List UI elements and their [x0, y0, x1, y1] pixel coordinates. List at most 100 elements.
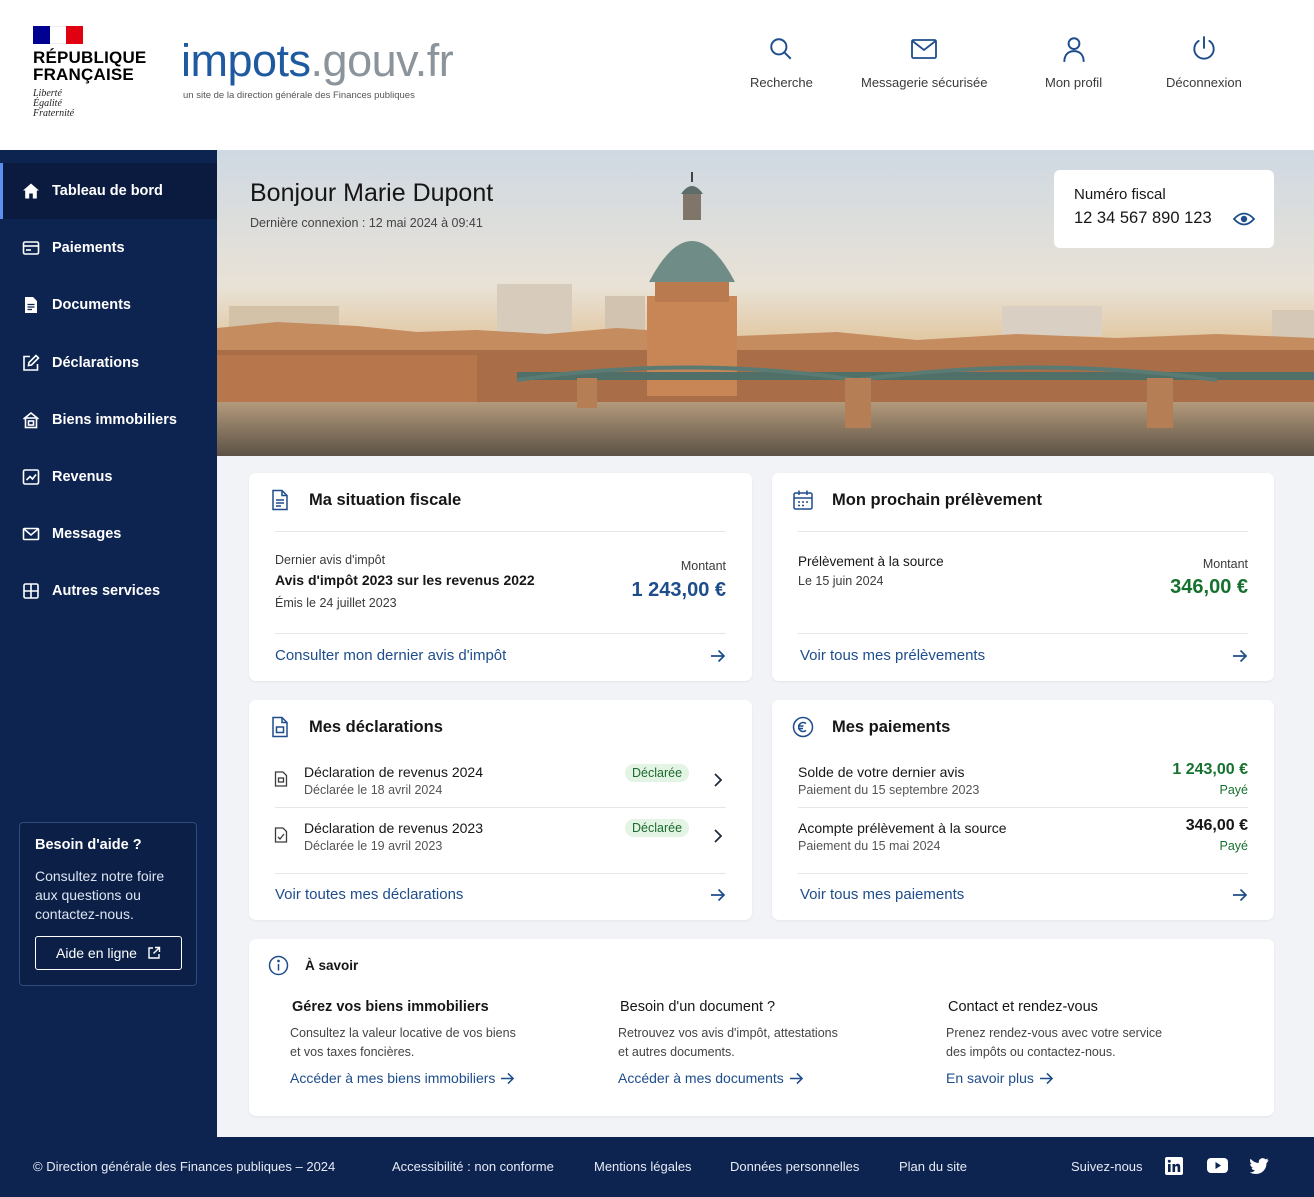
- sidebar-item-declarations[interactable]: Déclarations: [0, 335, 217, 391]
- mail-icon: [22, 525, 40, 543]
- greeting-title: Bonjour Marie Dupont: [250, 179, 494, 207]
- linkedin-icon[interactable]: [1165, 1157, 1185, 1177]
- paiements-card: Mes paiements Solde de votre dernier avi…: [772, 700, 1274, 920]
- sidebar-item-documents[interactable]: Documents: [0, 277, 217, 333]
- declaration-row[interactable]: Déclaration de revenus 2024 Déclarée le …: [249, 756, 752, 808]
- all-payments-link[interactable]: Voir tous mes paiements: [800, 886, 1248, 903]
- footer-link-plan[interactable]: Plan du site: [899, 1159, 967, 1174]
- situation-amount-block: Montant 1 243,00 €: [631, 559, 726, 602]
- eye-icon[interactable]: [1233, 211, 1255, 227]
- declaration-icon: [269, 716, 291, 738]
- declaration-title: Déclaration de revenus 2023: [304, 820, 484, 836]
- payment-row[interactable]: Acompte prélèvement à la source Paiement…: [772, 812, 1274, 864]
- sidebar-item-autres-services[interactable]: Autres services: [0, 563, 217, 619]
- brand-subtitle: un site de la direction générale des Fin…: [183, 90, 415, 101]
- card-header: Ma situation fiscale: [269, 489, 461, 511]
- external-link-icon: [147, 946, 161, 960]
- document-icon: [22, 296, 40, 314]
- fiscal-number-value: 12 34 567 890 123: [1074, 209, 1212, 227]
- edit-icon: [22, 354, 40, 372]
- status-badge: Déclarée: [625, 764, 690, 782]
- card-header: Mes paiements: [792, 716, 950, 738]
- help-box: Besoin d'aide ? Consultez notre foire au…: [19, 822, 197, 986]
- footer-link-mentions[interactable]: Mentions légales: [594, 1159, 692, 1174]
- fiscal-number-label: Numéro fiscal: [1074, 186, 1166, 203]
- savoir-col-biens: Gérez vos biens immobiliers Consultez la…: [290, 999, 570, 1086]
- situation-issued: Émis le 24 juillet 2023: [275, 596, 397, 610]
- last-login: Dernière connexion : 12 mai 2024 à 09:41: [250, 216, 483, 230]
- user-icon: [1060, 34, 1088, 64]
- payment-row[interactable]: Solde de votre dernier avis Paiement du …: [772, 756, 1274, 808]
- power-icon: [1190, 34, 1218, 64]
- card-header: À savoir: [268, 955, 358, 976]
- all-declarations-link[interactable]: Voir toutes mes déclarations: [275, 886, 726, 903]
- euro-icon: [792, 716, 814, 738]
- payment-title: Solde de votre dernier avis: [798, 764, 965, 780]
- home-icon: [22, 182, 40, 200]
- secure-messaging-button[interactable]: Messagerie sécurisée: [861, 34, 987, 90]
- online-help-button[interactable]: Aide en ligne: [35, 936, 182, 970]
- logout-button[interactable]: Déconnexion: [1166, 34, 1242, 90]
- mail-icon: [910, 34, 938, 64]
- payment-amount: 346,00 €: [1185, 817, 1248, 834]
- declaration-row[interactable]: Déclaration de revenus 2023 Déclarée le …: [249, 812, 752, 864]
- help-title: Besoin d'aide ?: [35, 837, 142, 853]
- contact-link[interactable]: En savoir plus: [946, 1070, 1226, 1086]
- declaration-date: Déclarée le 19 avril 2023: [304, 839, 443, 853]
- prelevement-amount-block: Montant 346,00 €: [1170, 557, 1248, 599]
- calendar-icon: [792, 489, 814, 511]
- prelevement-details: Prélèvement à la source Le 15 juin 2024: [798, 554, 944, 588]
- document-icon: [274, 771, 288, 787]
- document-icon: [269, 489, 291, 511]
- document-icon: [274, 827, 288, 843]
- footer-link-accessibility[interactable]: Accessibilité : non conforme: [392, 1159, 554, 1174]
- payment-title: Acompte prélèvement à la source: [798, 820, 1007, 836]
- all-prelevements-link[interactable]: Voir tous mes prélèvements: [800, 647, 1248, 664]
- declarations-card: Mes déclarations Déclaration de revenus …: [249, 700, 752, 920]
- impots-gouv-brand[interactable]: impots.gouv.fr un site de la direction g…: [181, 38, 454, 102]
- arrow-right-icon: [710, 888, 726, 902]
- footer-link-donnees[interactable]: Données personnelles: [730, 1159, 859, 1174]
- payment-status: Payé: [1219, 783, 1249, 797]
- payment-amount: 1 243,00 €: [1172, 761, 1248, 778]
- savoir-col-contact: Contact et rendez-vous Prenez rendez-vou…: [946, 999, 1226, 1086]
- documents-link[interactable]: Accéder à mes documents: [618, 1070, 898, 1086]
- prelevement-label: Prélèvement à la source: [798, 554, 944, 569]
- follow-label: Suivez-nous: [1071, 1159, 1143, 1174]
- prelevement-amount: 346,00 €: [1170, 576, 1248, 598]
- sidebar-item-biens-immobiliers[interactable]: Biens immobiliers: [0, 392, 217, 448]
- republique-francaise-logo[interactable]: RÉPUBLIQUE FRANÇAISE Liberté Égalité Fra…: [33, 26, 146, 119]
- arrow-right-icon: [500, 1072, 515, 1085]
- sidebar-item-paiements[interactable]: Paiements: [0, 220, 217, 276]
- payment-icon: [22, 239, 40, 257]
- twitter-icon[interactable]: [1250, 1157, 1270, 1177]
- card-header: Mon prochain prélèvement: [792, 489, 1042, 511]
- profile-button[interactable]: Mon profil: [1045, 34, 1102, 90]
- amount-label: Montant: [1202, 557, 1248, 571]
- consult-notice-link[interactable]: Consulter mon dernier avis d'impôt: [275, 647, 726, 664]
- search-button[interactable]: Recherche: [750, 34, 813, 90]
- savoir-col-documents: Besoin d'un document ? Retrouvez vos avi…: [618, 999, 898, 1086]
- status-badge: Déclarée: [625, 819, 690, 837]
- sidebar-item-revenus[interactable]: Revenus: [0, 449, 217, 505]
- declaration-title: Déclaration de revenus 2024: [304, 764, 484, 780]
- situation-label: Dernier avis d'impôt: [275, 553, 386, 567]
- sidebar-item-messages[interactable]: Messages: [0, 506, 217, 562]
- youtube-icon[interactable]: [1207, 1157, 1229, 1177]
- copyright: © Direction générale des Finances publiq…: [33, 1159, 336, 1174]
- prochain-prelevement-card: Mon prochain prélèvement Prélèvement à l…: [772, 473, 1274, 681]
- situation-notice-name: Avis d'impôt 2023 sur les revenus 2022: [275, 572, 535, 588]
- biens-immobiliers-link[interactable]: Accéder à mes biens immobiliers: [290, 1070, 570, 1086]
- grid-icon: [22, 582, 40, 600]
- site-header: RÉPUBLIQUE FRANÇAISE Liberté Égalité Fra…: [0, 0, 1314, 150]
- site-footer: © Direction générale des Finances publiq…: [0, 1137, 1314, 1197]
- hero-banner: Bonjour Marie Dupont Dernière connexion …: [217, 150, 1314, 456]
- payment-status: Payé: [1219, 839, 1249, 853]
- card-header: Mes déclarations: [269, 716, 443, 738]
- prelevement-date: Le 15 juin 2024: [798, 574, 884, 588]
- arrow-right-icon: [1232, 888, 1248, 902]
- sidebar-item-tableau-de-bord[interactable]: Tableau de bord: [0, 163, 217, 219]
- amount-label: Montant: [680, 559, 726, 573]
- info-icon: [268, 955, 289, 976]
- motto: Liberté Égalité Fraternité: [33, 88, 75, 119]
